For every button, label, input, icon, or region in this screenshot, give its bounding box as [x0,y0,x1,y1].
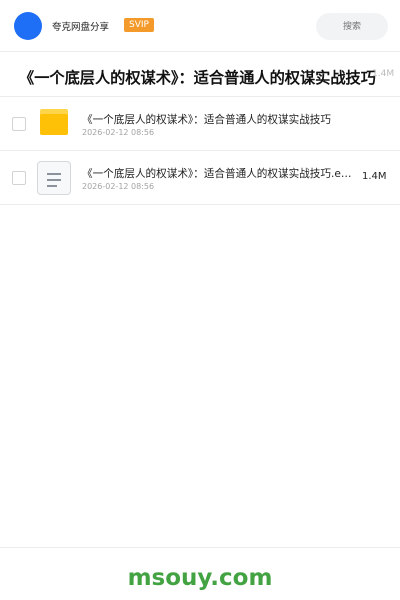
folder-icon [40,109,68,135]
search-input[interactable] [316,13,388,40]
total-size: 1.4M [372,69,395,79]
avatar[interactable] [14,12,42,40]
list-item[interactable]: 《一个底层人的权谋术》：适合普通人的权谋实战技巧 2026-02-12 08:5… [0,97,400,151]
watermark: msouy.com [127,565,273,591]
item-date: 2026-02-12 08:56 [82,182,155,191]
svip-badge[interactable]: SVIP [124,18,154,32]
item-name[interactable]: 《一个底层人的权谋术》：适合普通人的权谋实战技巧.epub [82,166,354,181]
footer: msouy.com [0,547,400,600]
list-item[interactable]: 《一个底层人的权谋术》：适合普通人的权谋实战技巧.epub 2026-02-12… [0,151,400,205]
file-list: 《一个底层人的权谋术》：适合普通人的权谋实战技巧 2026-02-12 08:5… [0,97,400,205]
item-size: 1.4M [362,171,387,182]
header-bar: 夸克网盘分享 SVIP [0,0,400,52]
page-title: 《一个底层人的权谋术》：适合普通人的权谋实战技巧 [19,69,376,87]
document-icon [37,161,71,195]
item-date: 2026-02-12 08:56 [82,128,155,137]
item-checkbox[interactable] [12,117,26,131]
app-title: 夸克网盘分享 [52,22,110,33]
item-name[interactable]: 《一个底层人的权谋术》：适合普通人的权谋实战技巧 [82,112,354,127]
item-checkbox[interactable] [12,171,26,185]
share-title-row: 《一个底层人的权谋术》：适合普通人的权谋实战技巧 1.4M [0,52,400,97]
